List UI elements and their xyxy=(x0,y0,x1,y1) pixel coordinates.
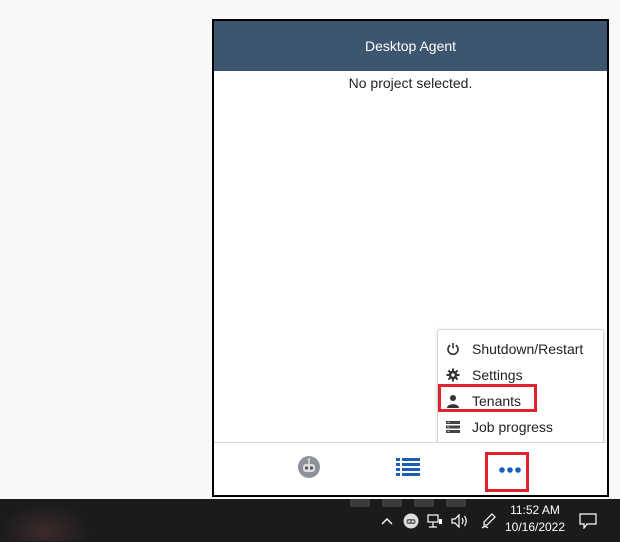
pen-workspace-icon[interactable] xyxy=(478,499,500,542)
notification-center-icon[interactable] xyxy=(576,499,600,542)
window-title: Desktop Agent xyxy=(364,38,457,54)
menu-item-job-progress[interactable]: Job progress xyxy=(444,415,596,439)
server-icon xyxy=(446,418,466,436)
no-project-message: No project selected. xyxy=(348,75,473,91)
window-header: Desktop Agent xyxy=(214,21,607,71)
more-button-highlight-box xyxy=(485,452,529,492)
desktop-agent-window: Desktop Agent No project selected. Shutd… xyxy=(212,19,609,497)
list-icon xyxy=(396,457,420,482)
power-icon xyxy=(446,340,466,358)
agent-tray-icon[interactable] xyxy=(400,499,422,542)
network-icon[interactable] xyxy=(425,499,445,542)
bottom-toolbar xyxy=(214,442,607,495)
volume-icon[interactable] xyxy=(449,499,471,542)
robot-icon xyxy=(297,455,321,484)
menu-item-label: Job progress xyxy=(472,419,553,435)
windows-taskbar: 11:52 AM 10/16/2022 xyxy=(0,499,620,542)
blurred-taskbar-region xyxy=(0,503,90,541)
menu-item-label: Settings xyxy=(472,367,523,383)
clock-date: 10/16/2022 xyxy=(504,520,566,534)
menu-item-label: Shutdown/Restart xyxy=(472,341,584,357)
list-button[interactable] xyxy=(378,443,438,495)
tenants-highlight-box xyxy=(438,384,537,412)
menu-item-shutdown-restart[interactable]: Shutdown/Restart xyxy=(444,337,596,361)
robot-button[interactable] xyxy=(279,443,339,495)
clock-time: 11:52 AM xyxy=(510,503,560,517)
gear-icon xyxy=(446,366,466,384)
show-hidden-icons-chevron-icon[interactable] xyxy=(378,499,396,542)
taskbar-clock[interactable]: 11:52 AM 10/16/2022 xyxy=(502,502,568,536)
